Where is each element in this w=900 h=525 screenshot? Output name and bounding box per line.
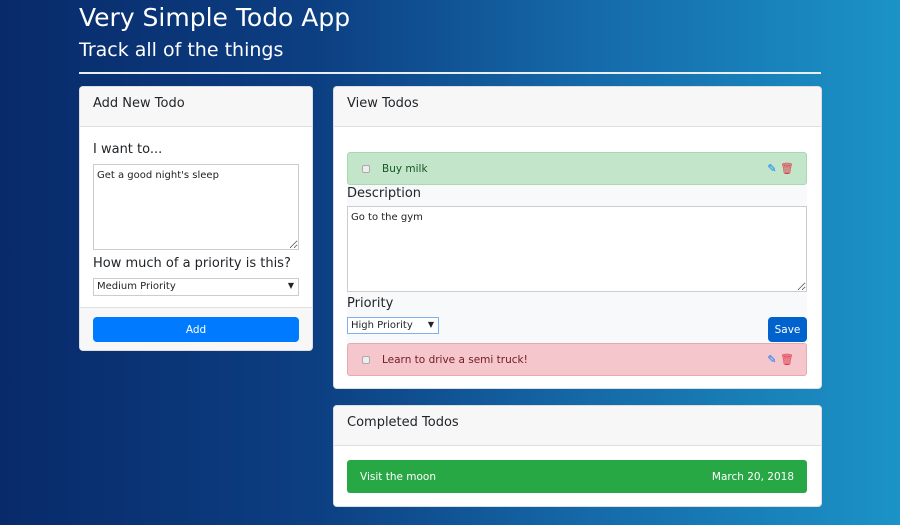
- completed-item: Visit the moon March 20, 2018: [347, 460, 807, 493]
- complete-checkbox[interactable]: [362, 164, 370, 173]
- edit-priority-select[interactable]: High Priority ▼: [347, 317, 439, 334]
- edit-icon[interactable]: ✎: [767, 162, 776, 175]
- priority-label: How much of a priority is this?: [93, 256, 291, 271]
- todo-text: Buy milk: [382, 162, 428, 175]
- add-button[interactable]: Add: [93, 317, 299, 342]
- priority-label: Priority: [347, 296, 394, 311]
- complete-checkbox[interactable]: [362, 355, 370, 364]
- chevron-down-icon: ▼: [287, 281, 294, 290]
- todo-item[interactable]: Learn to drive a semi truck! ✎ 🗑: [347, 343, 807, 376]
- chevron-down-icon: ▼: [427, 320, 434, 329]
- app-subtitle: Track all of the things: [79, 39, 284, 61]
- todo-text-input[interactable]: Get a good night's sleep: [93, 164, 299, 250]
- todo-text: Learn to drive a semi truck!: [382, 353, 528, 366]
- completed-todos-card: Completed Todos Visit the moon March 20,…: [333, 405, 822, 507]
- edit-icon[interactable]: ✎: [767, 353, 776, 366]
- save-button[interactable]: Save: [768, 317, 807, 342]
- description-input[interactable]: Go to the gym: [347, 206, 807, 292]
- completed-date: March 20, 2018: [711, 470, 794, 483]
- trash-icon[interactable]: 🗑: [780, 353, 794, 366]
- card-title: Completed Todos: [334, 406, 821, 446]
- completed-text: Visit the moon: [360, 470, 437, 483]
- divider: [79, 72, 821, 74]
- trash-icon[interactable]: 🗑: [780, 162, 794, 175]
- edit-priority-value: High Priority: [351, 320, 413, 331]
- view-todos-card: View Todos Buy milk ✎ 🗑 Description Go t…: [333, 86, 822, 389]
- priority-select-value: Medium Priority: [97, 281, 176, 292]
- priority-select[interactable]: Medium Priority ▼: [93, 278, 299, 296]
- add-todo-card: Add New Todo I want to... Get a good nig…: [79, 86, 313, 351]
- want-label: I want to...: [93, 142, 163, 157]
- card-title: Add New Todo: [80, 87, 312, 127]
- description-label: Description: [347, 186, 422, 201]
- card-title: View Todos: [334, 87, 821, 127]
- app-title: Very Simple Todo App: [79, 3, 351, 32]
- todo-item[interactable]: Buy milk ✎ 🗑: [347, 152, 807, 185]
